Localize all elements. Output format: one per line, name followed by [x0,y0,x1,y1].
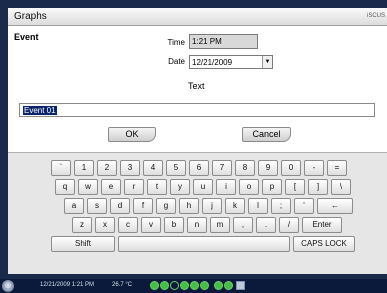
key-9[interactable]: p [262,179,282,195]
dropdown-arrow-icon[interactable]: ▼ [262,56,272,68]
key-10[interactable]: 0 [281,160,301,176]
key-3[interactable]: f [133,198,153,214]
key-7[interactable]: , [233,217,253,233]
app-frame: Graphs iSCUS Event Time 1:21 PM Date 12/… [0,0,387,293]
key-2[interactable]: d [110,198,130,214]
window-title: Graphs [14,11,47,22]
time-field[interactable]: 1:21 PM [189,34,258,49]
selected-text: Event 01 [23,106,57,115]
key-4[interactable]: b [164,217,184,233]
key-2[interactable]: e [101,179,121,195]
key-2[interactable]: 2 [97,160,117,176]
key-1[interactable]: w [78,179,98,195]
key-9[interactable]: ; [271,198,291,214]
date-label: Date [168,57,185,66]
key-6[interactable]: u [193,179,213,195]
status-green-icon [160,281,169,290]
key-11[interactable]: - [304,160,324,176]
on-screen-keyboard: ` 1 2 3 4 5 6 7 8 9 0- = q w e r t y u i o p[] \ a s d f g h j k l; ' ← z x… [8,152,387,274]
status-green-icon [190,281,199,290]
key-5[interactable]: y [170,179,190,195]
status-green-icon [214,281,223,290]
key-6[interactable]: j [202,198,222,214]
time-label: Time [167,38,185,47]
key-2[interactable]: c [118,217,138,233]
text-label: Text [188,81,205,91]
key-7[interactable]: k [225,198,245,214]
key-0[interactable]: q [55,179,75,195]
keyboard-icon[interactable] [236,281,245,290]
shift-key[interactable]: Shift [51,236,115,252]
key-0[interactable]: z [72,217,92,233]
key-12[interactable]: \ [331,179,351,195]
key-11[interactable]: ← [317,198,353,214]
key-8[interactable]: 8 [235,160,255,176]
key-8[interactable]: o [239,179,259,195]
key-6[interactable]: 6 [189,160,209,176]
status-empty-icon [170,281,179,290]
caps-lock-key[interactable]: CAPS LOCK [293,236,355,252]
key-10[interactable]: ' [294,198,314,214]
key-8[interactable]: . [256,217,276,233]
status-icons [150,281,245,291]
key-7[interactable]: 7 [212,160,232,176]
key-3[interactable]: 3 [120,160,140,176]
key-4[interactable]: t [147,179,167,195]
event-text-input[interactable]: Event 01 [19,103,375,117]
key-1[interactable]: s [87,198,107,214]
key-1[interactable]: 1 [74,160,94,176]
key-10[interactable]: Enter [302,217,342,233]
start-logo-icon[interactable]: ◎ [2,280,14,292]
key-5[interactable]: n [187,217,207,233]
key-11[interactable]: ] [308,179,328,195]
key-7[interactable]: i [216,179,236,195]
key-0[interactable]: ` [51,160,71,176]
key-10[interactable]: [ [285,179,305,195]
date-value: 12/21/2009 [192,58,233,67]
ok-button[interactable]: OK [108,127,156,142]
key-5[interactable]: 5 [166,160,186,176]
key-4[interactable]: 4 [143,160,163,176]
space-bar[interactable] [118,236,290,252]
event-dialog: Event Time 1:21 PM Date 12/21/2009 ▼ Tex… [8,26,387,152]
key-8[interactable]: l [248,198,268,214]
brand-logo: iSCUS [366,13,385,19]
cancel-button[interactable]: Cancel [242,127,291,142]
key-12[interactable]: = [327,160,347,176]
date-picker[interactable]: 12/21/2009 ▼ [189,55,273,69]
status-green-icon [200,281,209,290]
key-0[interactable]: a [64,198,84,214]
taskbar-temperature: 26.7 °C [112,282,133,288]
window-titlebar: Graphs iSCUS [8,8,387,26]
key-1[interactable]: x [95,217,115,233]
key-9[interactable]: / [279,217,299,233]
key-3[interactable]: r [124,179,144,195]
key-5[interactable]: h [179,198,199,214]
status-green-icon [224,281,233,290]
status-green-icon [150,281,159,290]
status-green-icon [180,281,189,290]
dialog-heading: Event [14,32,39,42]
key-6[interactable]: m [210,217,230,233]
key-3[interactable]: v [141,217,161,233]
key-4[interactable]: g [156,198,176,214]
taskbar: ◎ 12/21/2009 1:21 PM 26.7 °C [0,279,387,293]
key-9[interactable]: 9 [258,160,278,176]
taskbar-datetime: 12/21/2009 1:21 PM [40,282,95,288]
